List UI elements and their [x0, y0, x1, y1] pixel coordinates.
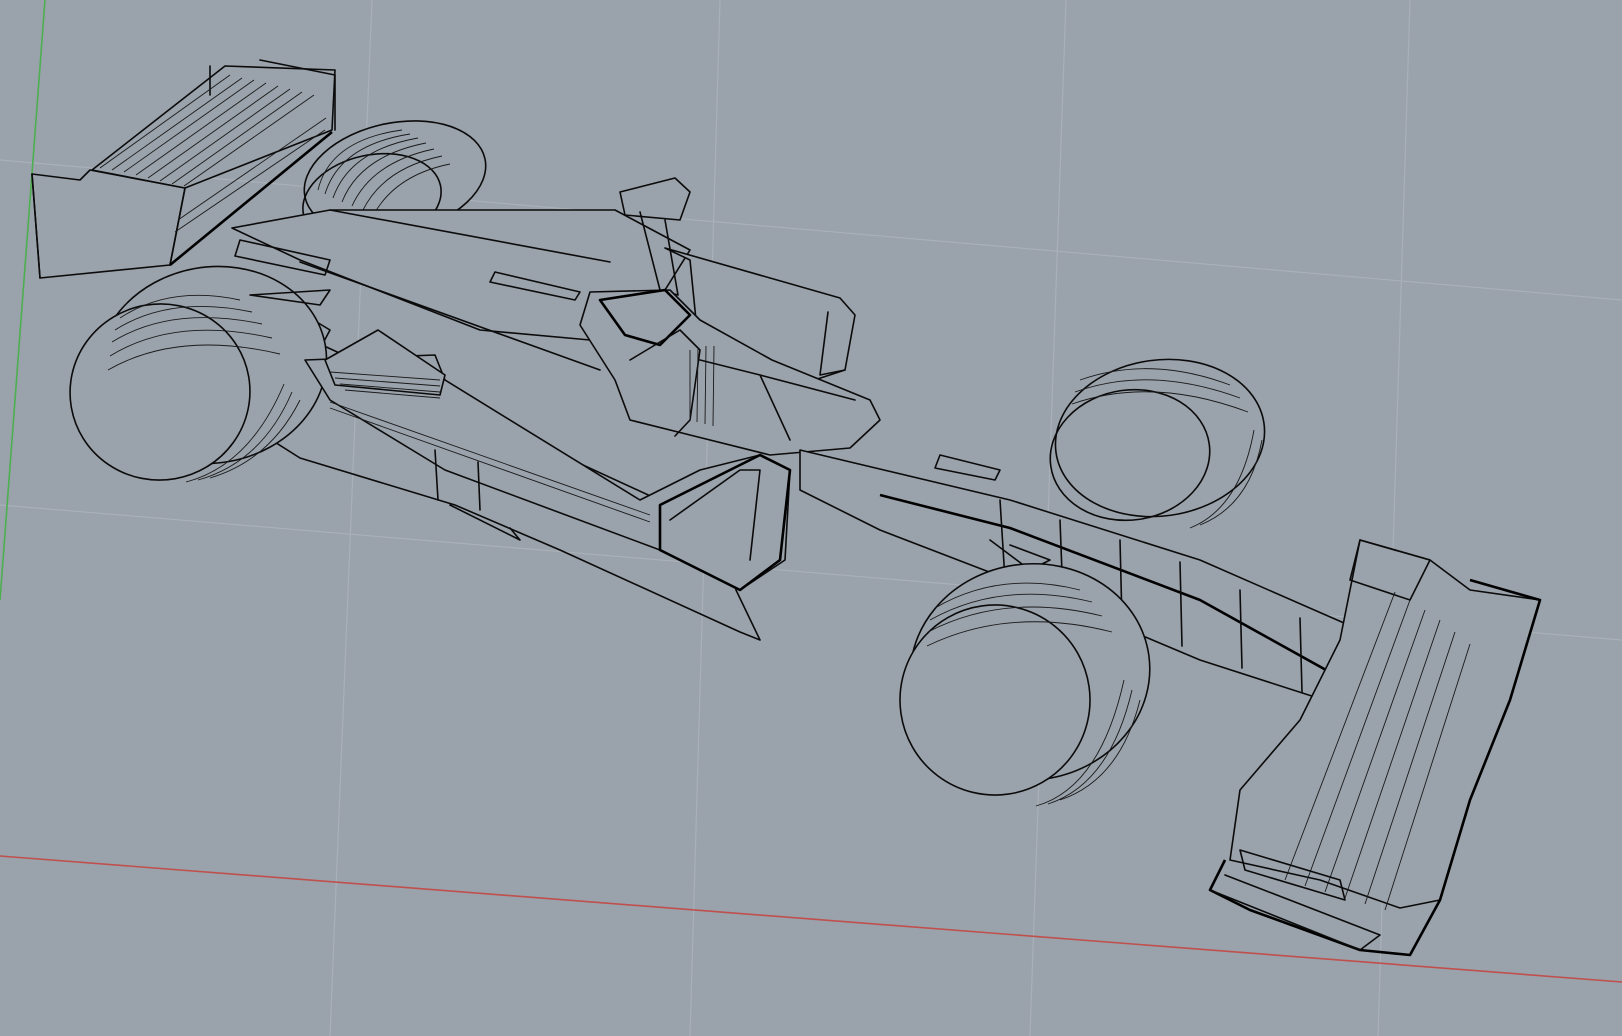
car-model[interactable] — [31, 59, 1542, 957]
viewport-canvas — [0, 0, 1622, 1036]
front-right-wheel — [1049, 358, 1266, 529]
3d-viewport[interactable] — [0, 0, 1622, 1036]
y-axis-line — [0, 0, 46, 601]
